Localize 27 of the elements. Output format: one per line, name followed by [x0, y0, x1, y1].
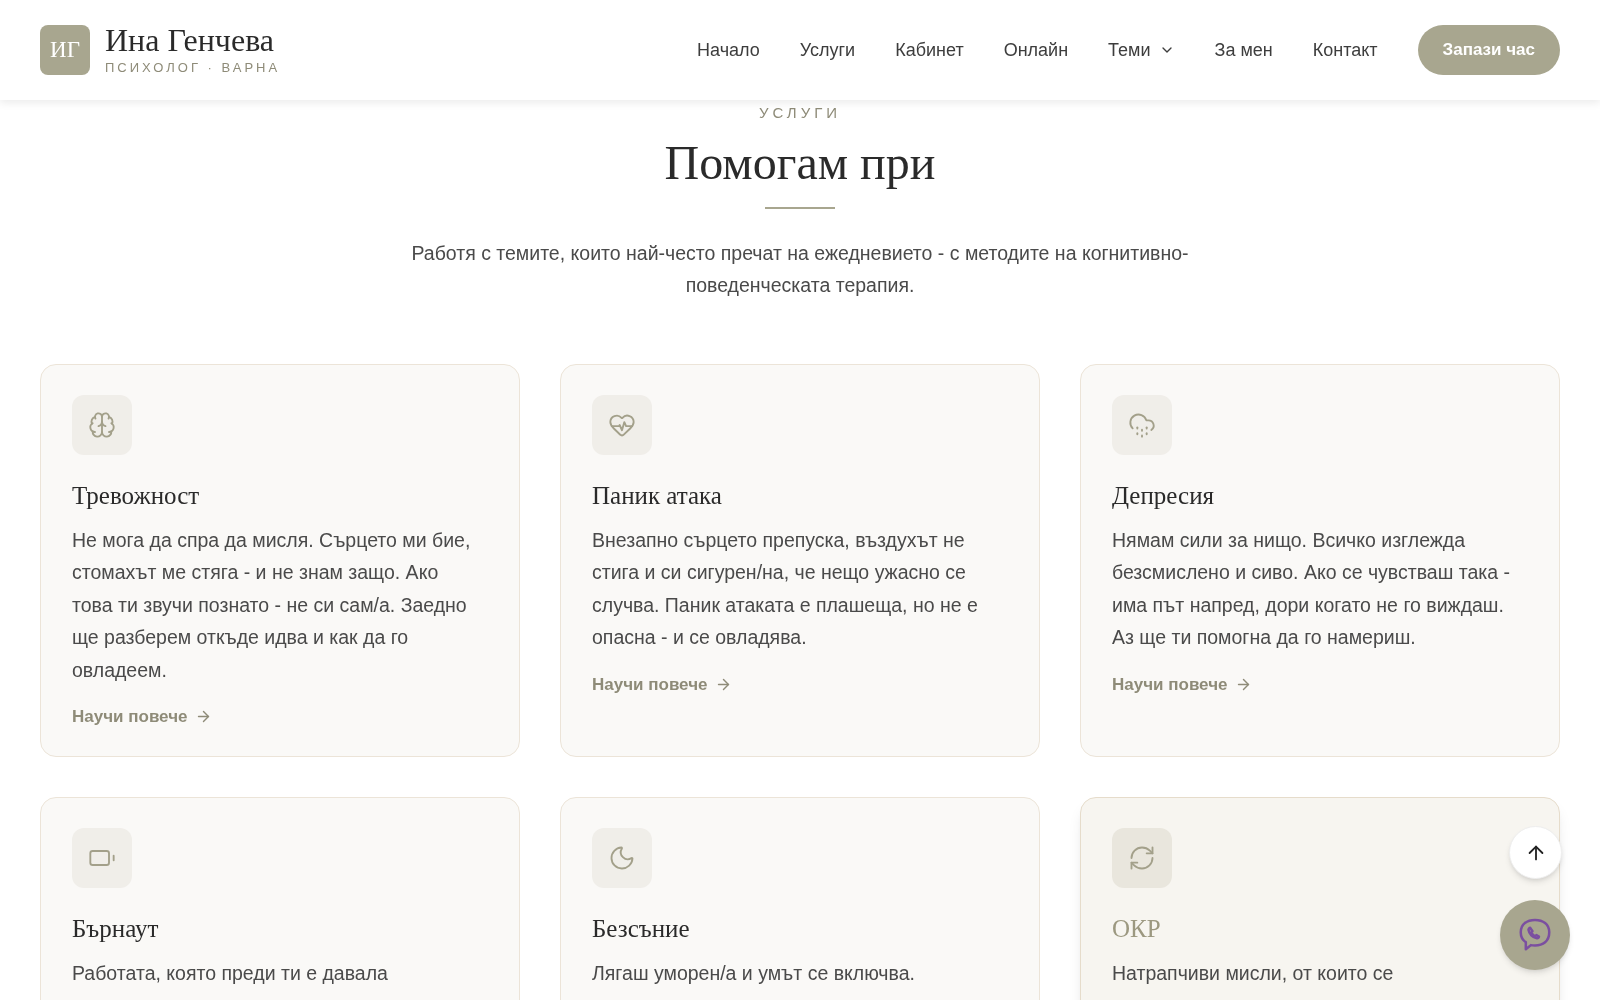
site-name: Ина Генчева [105, 22, 275, 59]
card-description: Не мога да спра да мисля. Сърцето ми бие, стомахът ме стяга - и не знам защо. Ако това ти звучи познато - не си сам/а. Заедно ще разберем откъде идва и как да го овладеем. [72, 527, 472, 683]
nav-link[interactable]: Начало [697, 36, 760, 64]
nav-link[interactable]: Теми [1108, 36, 1175, 64]
card-title: Тревожност [72, 480, 201, 511]
nav-link[interactable]: Онлайн [1003, 36, 1069, 64]
site-tagline: ПСИХОЛОГ · ВАРНА [105, 59, 281, 78]
title-divider [765, 206, 835, 209]
logo-mark: ИГ [40, 25, 90, 75]
card-title: ОКР [1112, 913, 1162, 944]
card-description: Натрапчиви мисли, от които се [1112, 960, 1395, 986]
nav-link[interactable]: Контакт [1312, 36, 1378, 64]
card-description: Работата, която преди ти е давала [72, 960, 389, 986]
card-title: Паник атака [592, 480, 723, 511]
card-title: Депресия [1112, 480, 1216, 511]
nav-link[interactable]: Услуги [799, 36, 856, 64]
section-eyebrow: УСЛУГИ [758, 103, 842, 123]
card-description: Внезапно сърцето препуска, въздухът не стига и си сигурен/на, че нещо ужасно се случва. Паник атаката е плашеща, но не е опасна - и се овладява. [592, 527, 979, 650]
nav-link[interactable]: За мен [1214, 36, 1273, 64]
card-title: Бърнаут [72, 913, 160, 944]
section-intro: Работя с темите, които най-често пречат на ежедневието - с методите на когнитивно-поведенческата терапия. [410, 240, 1190, 298]
card-description: Нямам сили за нищо. Всичко изглежда безсмислено и сиво. Ако се чувстваш така - има път напред, дори когато не го виждаш. Аз ще ти помогна да го намериш. [1112, 527, 1511, 650]
card-description: Лягаш уморен/а и умът се включва. [592, 960, 916, 986]
brain-icon [88, 410, 116, 439]
card-title: Безсъние [592, 913, 691, 944]
nav-link[interactable]: Кабинет [895, 36, 964, 64]
section-title: Помогам при [664, 134, 936, 191]
